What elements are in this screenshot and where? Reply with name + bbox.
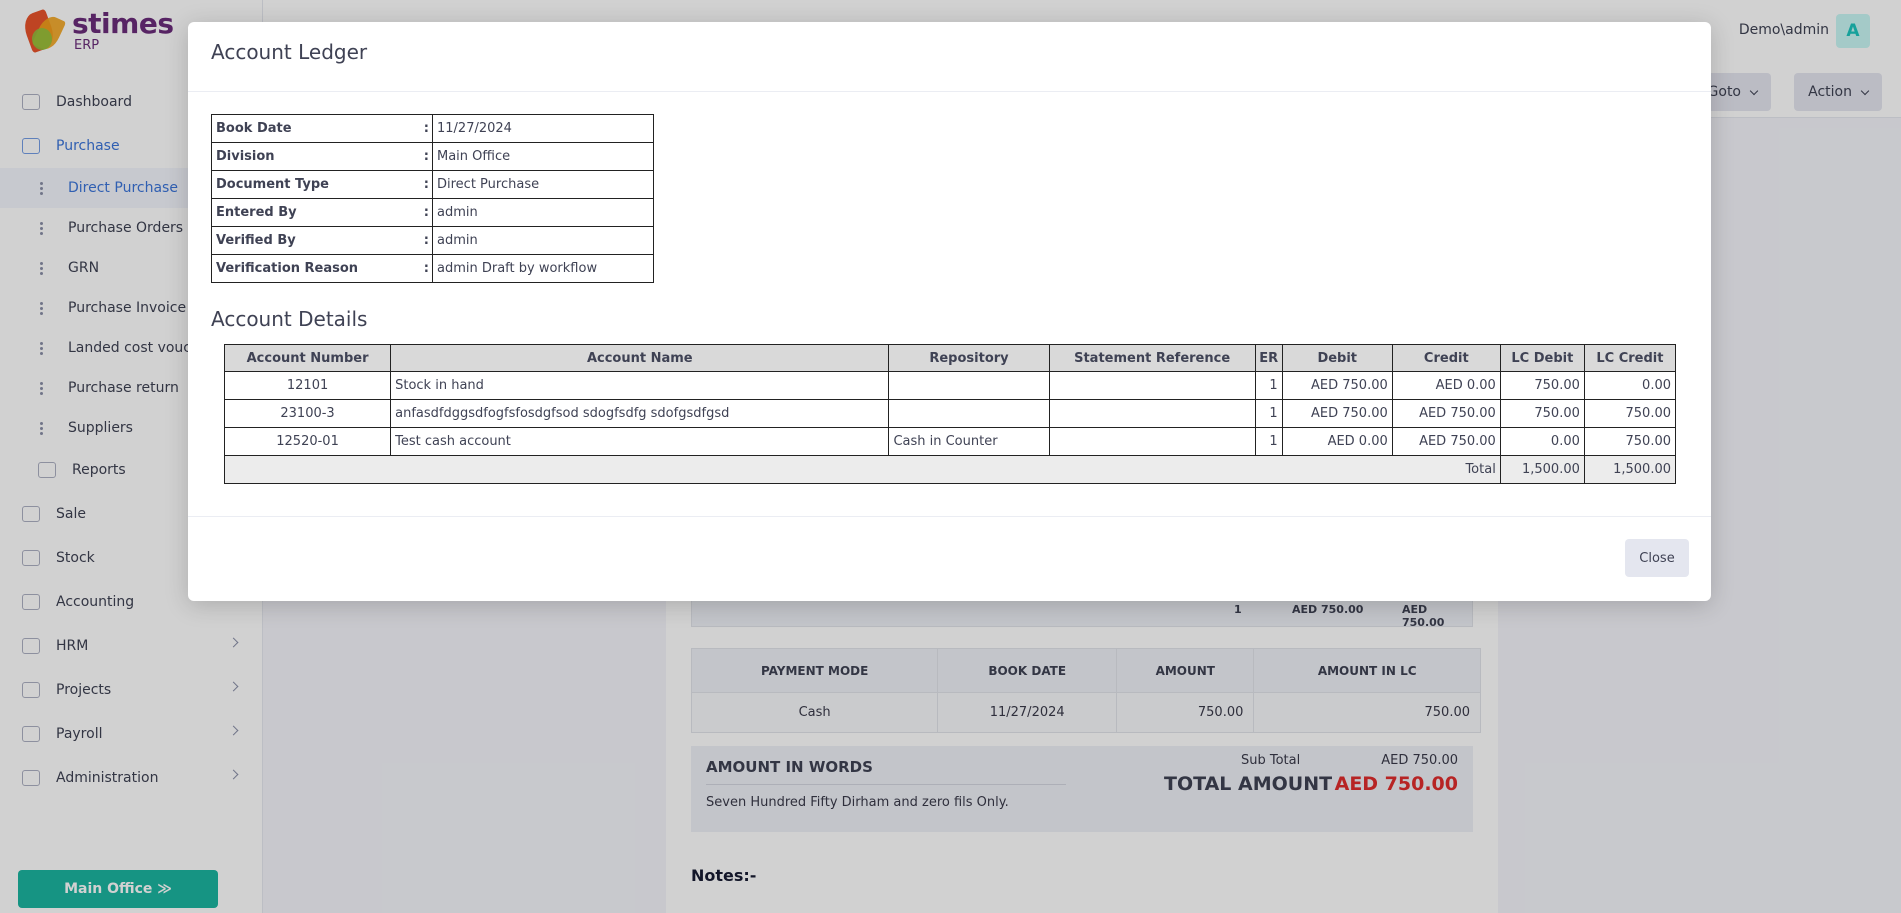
table-cell: 0.00 xyxy=(1499,427,1585,456)
table-cell: 1 xyxy=(1254,399,1283,428)
info-value: 11/27/2024 xyxy=(432,114,654,143)
table-row: Book Date: 11/27/2024 xyxy=(211,114,654,143)
table-cell xyxy=(888,399,1050,428)
table-row: Document Type: Direct Purchase xyxy=(211,170,654,199)
table-cell: AED 0.00 xyxy=(1281,427,1393,456)
table-cell xyxy=(1048,371,1256,400)
table-cell: 0.00 xyxy=(1583,371,1677,400)
info-value: admin xyxy=(432,198,654,227)
table-cell xyxy=(1048,427,1256,456)
column-header: Debit xyxy=(1281,344,1393,372)
table-row: Entered By: admin xyxy=(211,198,654,227)
table-cell: 12520-01 xyxy=(223,427,392,456)
column-header: LC Credit xyxy=(1583,344,1677,372)
table-cell: 750.00 xyxy=(1583,427,1677,456)
table-row: 12101 Stock in hand 1 AED 750.00 AED 0.0… xyxy=(223,371,1677,400)
table-cell: Cash in Counter xyxy=(888,427,1050,456)
info-label: Division: xyxy=(211,142,433,171)
table-cell: 12101 xyxy=(223,371,392,400)
table-total-row: Total 1,500.00 1,500.00 xyxy=(224,455,1677,484)
info-label: Verified By: xyxy=(211,226,433,255)
close-button[interactable]: Close xyxy=(1625,539,1689,577)
table-row: Division: Main Office xyxy=(211,142,654,171)
column-header: Statement Reference xyxy=(1048,344,1256,372)
table-cell xyxy=(1048,399,1256,428)
table-cell xyxy=(888,371,1050,400)
divider xyxy=(188,516,1711,517)
total-label: Total xyxy=(224,455,1501,484)
table-cell: AED 750.00 xyxy=(1281,399,1393,428)
table-cell: AED 0.00 xyxy=(1391,371,1501,400)
total-lc-debit: 1,500.00 xyxy=(1499,455,1585,484)
info-value: Main Office xyxy=(432,142,654,171)
column-header: Credit xyxy=(1391,344,1501,372)
info-value: admin xyxy=(432,226,654,255)
info-value: Direct Purchase xyxy=(432,170,654,199)
table-cell: 750.00 xyxy=(1583,399,1677,428)
info-label: Verification Reason: xyxy=(211,254,433,283)
account-details-table: Account Number Account Name Repository S… xyxy=(223,344,1677,484)
column-header: Repository xyxy=(888,344,1050,372)
modal-title: Account Ledger xyxy=(211,40,368,64)
column-header: LC Debit xyxy=(1499,344,1585,372)
table-cell: 750.00 xyxy=(1499,371,1585,400)
table-cell: Test cash account xyxy=(390,427,890,456)
account-ledger-modal: Account Ledger Book Date: 11/27/2024 Div… xyxy=(188,22,1711,601)
column-header: Account Name xyxy=(390,344,890,372)
info-value: admin Draft by workflow xyxy=(432,254,654,283)
table-cell: anfasdfdggsdfogfsfosdgfsod sdogfsdfg sdo… xyxy=(390,399,890,428)
table-cell: AED 750.00 xyxy=(1391,427,1501,456)
info-label: Book Date: xyxy=(211,114,433,143)
table-row: Verified By: admin xyxy=(211,226,654,255)
table-cell: Stock in hand xyxy=(390,371,890,400)
total-lc-credit: 1,500.00 xyxy=(1583,455,1677,484)
table-cell: 1 xyxy=(1254,427,1283,456)
table-row: Verification Reason: admin Draft by work… xyxy=(211,254,654,283)
column-header: Account Number xyxy=(223,344,392,372)
table-cell: 1 xyxy=(1254,371,1283,400)
divider xyxy=(188,91,1711,92)
ledger-info-table: Book Date: 11/27/2024 Division: Main Off… xyxy=(211,114,654,283)
column-header: ER xyxy=(1254,344,1283,372)
account-details-title: Account Details xyxy=(211,307,368,331)
info-label: Entered By: xyxy=(211,198,433,227)
table-cell: AED 750.00 xyxy=(1281,371,1393,400)
table-row: 23100-3 anfasdfdggsdfogfsfosdgfsod sdogf… xyxy=(223,399,1677,428)
table-cell: 750.00 xyxy=(1499,399,1585,428)
table-cell: AED 750.00 xyxy=(1391,399,1501,428)
table-cell: 23100-3 xyxy=(223,399,392,428)
info-label: Document Type: xyxy=(211,170,433,199)
table-row: 12520-01 Test cash account Cash in Count… xyxy=(223,427,1677,456)
